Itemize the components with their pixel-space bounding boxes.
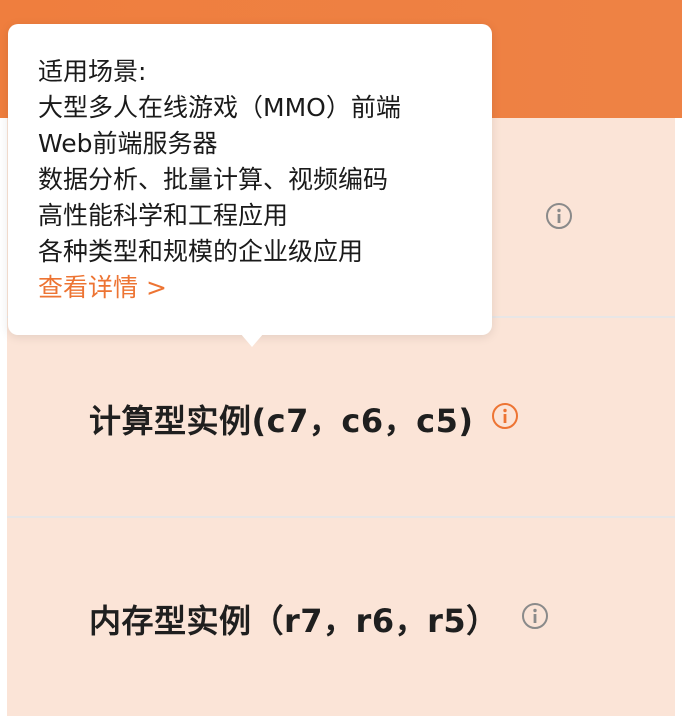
- instance-row-memory[interactable]: 内存型实例（r7，r6，r5）: [7, 518, 675, 716]
- tooltip-line: 大型多人在线游戏（MMO）前端: [38, 93, 401, 122]
- info-icon[interactable]: [545, 202, 573, 230]
- tooltip-heading: 适用场景:: [38, 57, 147, 86]
- info-icon[interactable]: [521, 602, 549, 630]
- view-details-link[interactable]: 查看详情 >: [38, 270, 462, 306]
- tooltip-line: Web前端服务器: [38, 129, 218, 158]
- tooltip-line: 数据分析、批量计算、视频编码: [38, 165, 389, 194]
- instance-row-compute[interactable]: 计算型实例(c7，c6，c5): [7, 318, 675, 516]
- tooltip-arrow: [240, 333, 264, 347]
- instance-row-label: 内存型实例（r7，r6，r5）: [89, 602, 499, 640]
- left-gutter: [0, 118, 7, 720]
- right-gutter: [675, 118, 682, 720]
- instance-row-label: 计算型实例(c7，c6，c5): [89, 402, 474, 440]
- tooltip-line: 各种类型和规模的企业级应用: [38, 237, 364, 266]
- tooltip-line: 高性能科学和工程应用: [38, 201, 289, 230]
- info-icon[interactable]: [491, 402, 519, 430]
- use-case-tooltip: 适用场景: 大型多人在线游戏（MMO）前端 Web前端服务器 数据分析、批量计算…: [8, 24, 492, 335]
